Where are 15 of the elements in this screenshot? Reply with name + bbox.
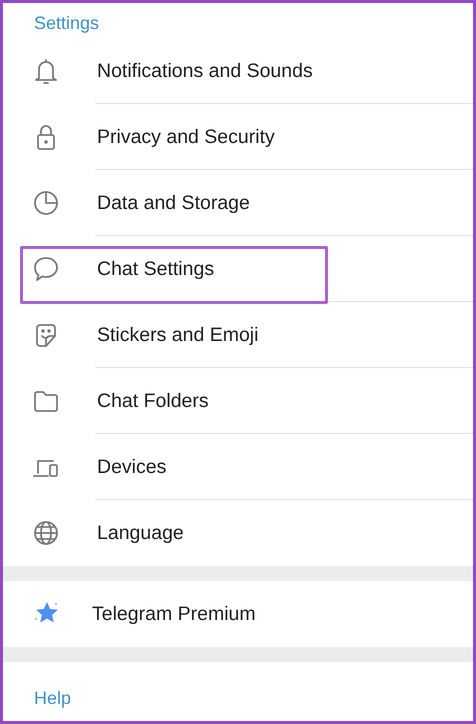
menu-item[interactable]: Chat Settings (97, 258, 214, 280)
menu-item[interactable]: Chat Folders (97, 390, 209, 412)
pie-chart-icon (32, 188, 60, 218)
section-header: Settings (33, 12, 100, 35)
menu-item[interactable]: Privacy and Security (97, 126, 275, 148)
menu-item[interactable]: Stickers and Emoji (97, 324, 258, 346)
menu-item[interactable]: Devices (97, 456, 166, 478)
speech-bubble-icon (32, 254, 60, 284)
menu-item[interactable]: Data and Storage (97, 192, 250, 214)
menu-item[interactable]: Notifications and Sounds (97, 60, 313, 82)
menu-item[interactable]: Telegram Premium (92, 602, 256, 626)
section-header: Help (33, 688, 72, 710)
globe-icon (32, 518, 60, 548)
menu-item[interactable]: Language (97, 522, 184, 544)
bell-icon (32, 56, 60, 86)
